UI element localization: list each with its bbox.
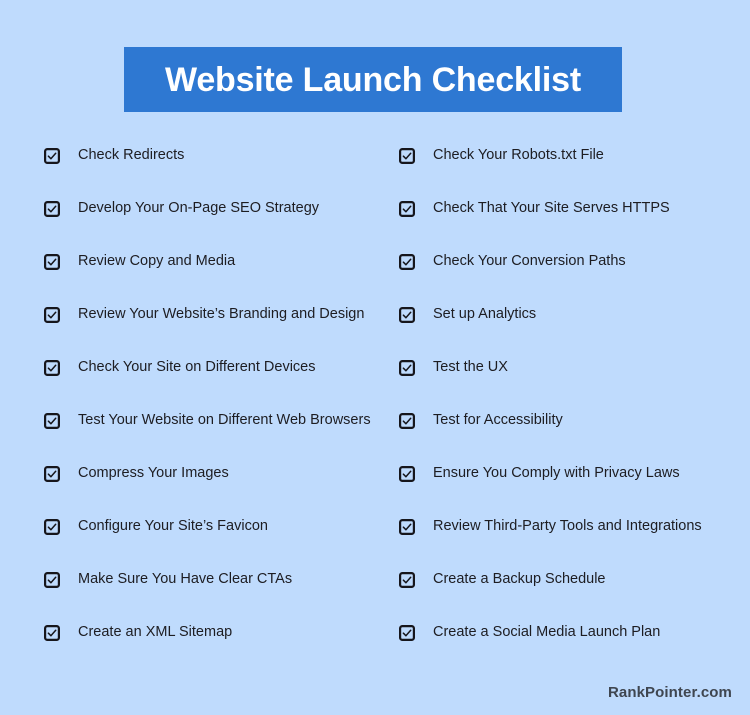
checklist-item-label: Create a Backup Schedule [433,571,606,588]
checklist-column-right: Check Your Robots.txt File Check That You… [399,145,729,644]
checkbox-checked-icon[interactable] [44,201,60,217]
checkbox-checked-icon[interactable] [44,360,60,376]
checklist-item-label: Configure Your Site’s Favicon [78,518,268,535]
checklist-item-label: Review Your Website’s Branding and Desig… [78,306,365,323]
checklist-item[interactable]: Check That Your Site Serves HTTPS [399,198,729,220]
checkbox-checked-icon[interactable] [44,519,60,535]
checklist-item-label: Create a Social Media Launch Plan [433,624,661,641]
checklist-item[interactable]: Test for Accessibility [399,410,729,432]
checklist-item[interactable]: Create a Backup Schedule [399,569,729,591]
checkbox-checked-icon[interactable] [399,625,415,641]
checklist-item[interactable]: Check Redirects [44,145,389,167]
checklist-item-label: Develop Your On-Page SEO Strategy [78,200,320,217]
checkbox-checked-icon[interactable] [399,519,415,535]
checklist-page: Website Launch Checklist Check Redirects… [0,0,750,715]
checklist-item-label: Review Copy and Media [78,253,236,270]
checkbox-checked-icon[interactable] [44,254,60,270]
checklist-item[interactable]: Create an XML Sitemap [44,622,389,644]
checkbox-checked-icon[interactable] [44,413,60,429]
checklist-item[interactable]: Create a Social Media Launch Plan [399,622,729,644]
checklist-item[interactable]: Make Sure You Have Clear CTAs [44,569,389,591]
checklist-item[interactable]: Develop Your On-Page SEO Strategy [44,198,389,220]
checklist-item-label: Check Your Robots.txt File [433,147,604,164]
checklist-item-label: Create an XML Sitemap [78,624,233,641]
checklist-item[interactable]: Check Your Site on Different Devices [44,357,389,379]
checklist-item-label: Check That Your Site Serves HTTPS [433,200,670,217]
checkbox-checked-icon[interactable] [44,148,60,164]
checklist-item-label: Test Your Website on Different Web Brows… [78,412,371,429]
checklist-item[interactable]: Check Your Conversion Paths [399,251,729,273]
checkbox-checked-icon[interactable] [44,466,60,482]
page-header-banner: Website Launch Checklist [124,47,622,112]
checkbox-checked-icon[interactable] [399,201,415,217]
checklist-item-label: Compress Your Images [78,465,229,482]
checklist-item[interactable]: Review Copy and Media [44,251,389,273]
checklist-item[interactable]: Review Third-Party Tools and Integration… [399,516,729,538]
checklist-item-label: Test the UX [433,359,508,376]
checklist-item-label: Check Your Conversion Paths [433,253,626,270]
checklist-item[interactable]: Review Your Website’s Branding and Desig… [44,304,389,326]
checklist-item[interactable]: Configure Your Site’s Favicon [44,516,389,538]
checkbox-checked-icon[interactable] [399,572,415,588]
page-title: Website Launch Checklist [165,60,581,99]
checklist-item[interactable]: Ensure You Comply with Privacy Laws [399,463,729,485]
checkbox-checked-icon[interactable] [399,307,415,323]
checklist-item[interactable]: Test Your Website on Different Web Brows… [44,410,389,432]
checklist-item[interactable]: Set up Analytics [399,304,729,326]
checklist-item-label: Make Sure You Have Clear CTAs [78,571,293,588]
checklist-item[interactable]: Check Your Robots.txt File [399,145,729,167]
checklist-item[interactable]: Test the UX [399,357,729,379]
checklist-item-label: Review Third-Party Tools and Integration… [433,518,702,535]
checkbox-checked-icon[interactable] [44,625,60,641]
checkbox-checked-icon[interactable] [399,148,415,164]
checklist-item-label: Ensure You Comply with Privacy Laws [433,465,680,482]
checklist-column-left: Check Redirects Develop Your On-Page SEO … [44,145,389,644]
checklist-item-label: Check Redirects [78,147,185,164]
checkbox-checked-icon[interactable] [44,307,60,323]
checkbox-checked-icon[interactable] [44,572,60,588]
checkbox-checked-icon[interactable] [399,360,415,376]
checkbox-checked-icon[interactable] [399,413,415,429]
checklist-item-label: Test for Accessibility [433,412,563,429]
checklist-item-label: Check Your Site on Different Devices [78,359,316,376]
checkbox-checked-icon[interactable] [399,254,415,270]
checkbox-checked-icon[interactable] [399,466,415,482]
footer-brand: RankPointer.com [607,684,732,701]
checklist-item[interactable]: Compress Your Images [44,463,389,485]
checklist-item-label: Set up Analytics [433,306,537,323]
